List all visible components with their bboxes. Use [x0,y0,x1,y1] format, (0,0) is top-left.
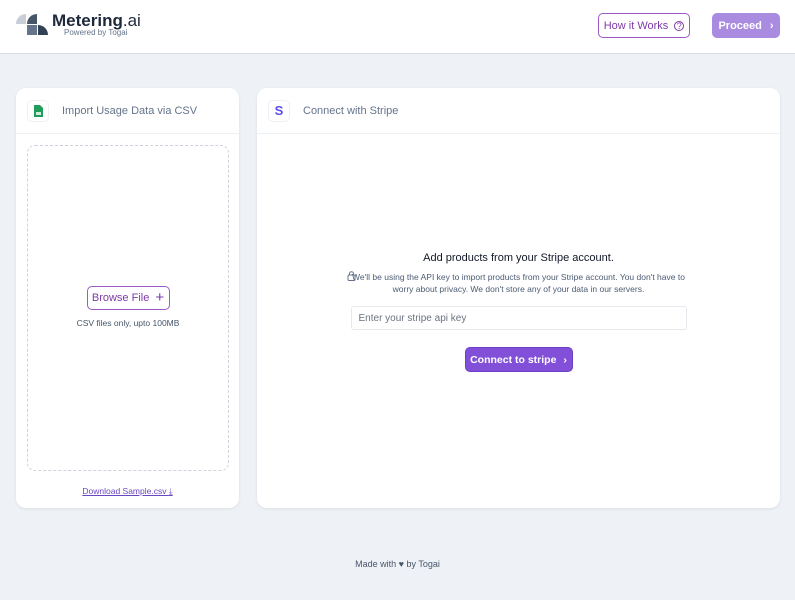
logo-icon [16,13,48,36]
spreadsheet-icon [27,99,49,122]
top-header: Metering.ai Powered by Togai How it Work… [0,0,795,54]
footer: Made with ♥ by Togai [0,559,795,569]
download-icon: ⤓ [168,486,173,496]
brand-tagline: Powered by Togai [64,28,128,37]
connect-label: Connect to stripe [470,353,557,366]
file-dropzone[interactable]: Browse File + CSV files only, upto 100MB [27,145,229,471]
proceed-label: Proceed [718,19,762,32]
stripe-card: S Connect with Stripe Add products from … [257,88,780,508]
download-sample-link[interactable]: Download Sample.csv ⤓ [16,486,239,497]
how-it-works-button[interactable]: How it Works? [598,13,690,38]
togai-link[interactable]: Togai [418,559,440,569]
file-hint: CSV files only, upto 100MB [76,317,180,328]
how-it-works-label: How it Works [603,19,669,32]
logo: Metering.ai Powered by Togai [16,12,141,37]
browse-file-label: Browse File [91,291,150,304]
footer-text: Made with [355,559,397,569]
footer-by: by [406,559,417,569]
csv-card-title: Import Usage Data via CSV [62,104,198,117]
stripe-api-key-input[interactable] [350,306,687,330]
plus-icon: + [155,289,165,306]
csv-import-card: Import Usage Data via CSV Browse File + C… [16,88,239,508]
stripe-card-title: Connect with Stripe [303,104,399,117]
heart-icon: ♥ [398,559,404,569]
chevron-right-icon: › [769,19,774,32]
browse-file-button[interactable]: Browse File + [86,285,170,310]
help-circle-icon: ? [674,20,685,31]
lock-icon [347,271,355,281]
chevron-right-icon: › [563,353,567,366]
connect-to-stripe-button[interactable]: Connect to stripe › [464,347,573,372]
stripe-heading: Add products from your Stripe account. [423,252,614,264]
privacy-note: We'll be using the API key to import pro… [352,272,685,294]
download-sample-label: Download Sample.csv [82,486,167,496]
proceed-button[interactable]: Proceed › [712,13,780,38]
stripe-logo-icon: S [268,99,290,122]
